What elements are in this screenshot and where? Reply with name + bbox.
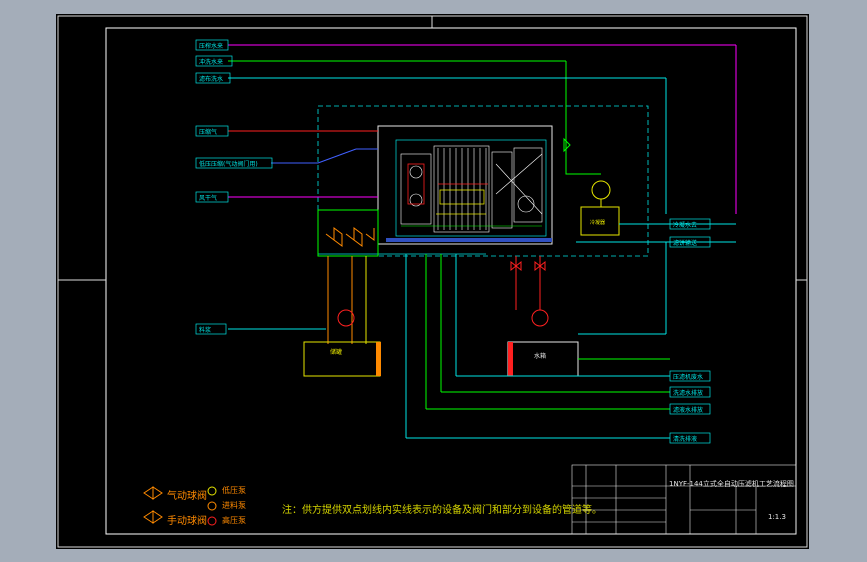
input-label-2: 滤布洗水: [195, 72, 231, 84]
drawing-sheet: 压榨水来冲洗水来滤布洗水压缩气低压压缩(气动阀门用) 风干气料浆 冷凝水去滤饼输送…: [56, 14, 809, 549]
condenser-label: 冷凝器: [590, 219, 605, 226]
tank-left-label: 储罐: [330, 348, 342, 356]
output-label-2: 压滤机废水: [669, 370, 711, 382]
input-label-text: 低压压缩(气动阀门用): [199, 160, 258, 168]
output-pipes: [405, 254, 670, 439]
drawing-title: 1NYF-144立式全自动压滤机工艺流程图: [669, 480, 794, 488]
input-label-4: 低压压缩(气动阀门用): [195, 157, 273, 169]
input-pipes: [228, 44, 737, 330]
feed-pump-icon: [207, 501, 217, 511]
right-tank-group: [507, 242, 667, 377]
output-label-5: 清洗排液: [669, 432, 711, 444]
input-label-text: 料浆: [199, 326, 211, 334]
input-label-6: 料浆: [195, 323, 227, 335]
output-label-text: 清洗排液: [673, 435, 697, 443]
filter-press-unit: [377, 125, 553, 245]
legend-high-pressure-pump: 高压泵: [222, 516, 246, 525]
left-tank-group: [303, 309, 381, 377]
tank-right-label: 水箱: [534, 352, 546, 360]
manual-valve-icon: [143, 510, 163, 524]
input-label-3: 压缩气: [195, 125, 229, 137]
input-label-text: 压榨水来: [199, 42, 223, 50]
legend-manual-valve: 手动球阀: [167, 516, 207, 527]
input-label-text: 冲洗水来: [199, 58, 223, 66]
inner-frame: [105, 27, 797, 535]
output-label-text: 压滤机废水: [673, 373, 703, 381]
input-label-text: 风干气: [199, 194, 217, 202]
title-block: [571, 464, 797, 535]
output-label-group: 冷凝水去滤饼输送压滤机废水洗滤水排放滤液水排放清洗排液: [669, 218, 711, 444]
output-label-text: 滤液水排放: [673, 406, 703, 414]
input-label-5: 风干气: [195, 191, 229, 203]
legend-pneumatic-valve: 气动球阀: [167, 491, 207, 502]
legend-feed-pump: 进料泵: [222, 501, 246, 510]
supply-note: 注：供方提供双点划线内实线表示的设备及阀门和部分到设备的管道等。: [282, 505, 602, 516]
high-pressure-pump-icon: [207, 516, 217, 526]
output-label-text: 冷凝水去: [673, 221, 697, 229]
input-label-1: 冲洗水来: [195, 55, 233, 67]
legend-low-pressure-pump: 低压泵: [222, 486, 246, 495]
output-label-text: 滤饼输送: [673, 239, 697, 247]
pneumatic-valve-icon: [143, 486, 163, 500]
input-label-text: 压缩气: [199, 128, 217, 136]
outer-frame: [57, 15, 808, 548]
input-label-0: 压榨水来: [195, 39, 229, 51]
input-label-group: 压榨水来冲洗水来滤布洗水压缩气低压压缩(气动阀门用) 风干气料浆: [195, 39, 273, 335]
output-label-4: 滤液水排放: [669, 403, 711, 415]
output-label-3: 洗滤水排放: [669, 386, 711, 398]
output-label-text: 洗滤水排放: [673, 389, 703, 397]
drawing-scale: 1:1.3: [768, 513, 786, 521]
valve-manifold: [317, 209, 379, 344]
process-flow-diagram: 压榨水来冲洗水来滤布洗水压缩气低压压缩(气动阀门用) 风干气料浆 冷凝水去滤饼输送…: [57, 15, 808, 548]
low-pressure-pump-icon: [207, 486, 217, 496]
input-label-text: 滤布洗水: [199, 75, 223, 83]
